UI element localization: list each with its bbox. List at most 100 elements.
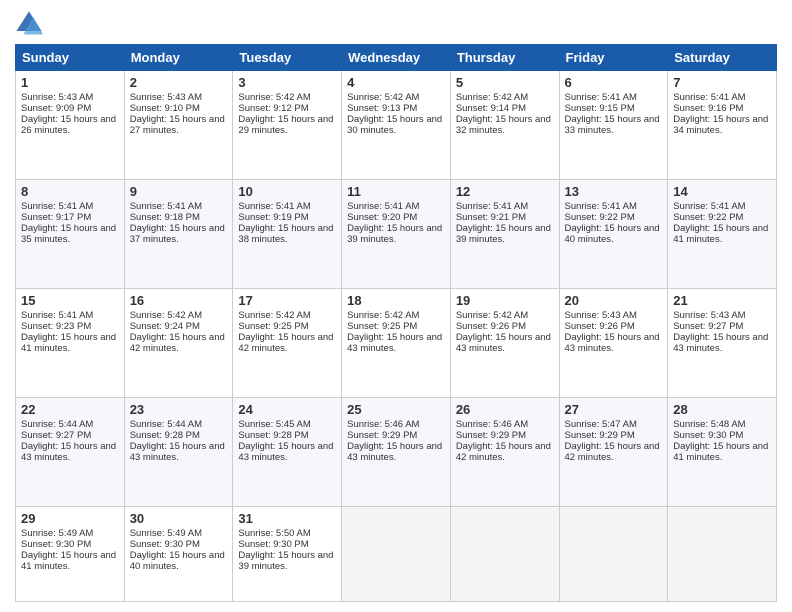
sunset-text: Sunset: 9:29 PM [347,430,445,441]
sunset-text: Sunset: 9:13 PM [347,103,445,114]
calendar-cell: 3Sunrise: 5:42 AMSunset: 9:12 PMDaylight… [233,71,342,180]
daylight-text: Daylight: 15 hours and 27 minutes. [130,114,228,136]
daylight-text: Daylight: 15 hours and 43 minutes. [21,441,119,463]
daylight-text: Daylight: 15 hours and 43 minutes. [347,332,445,354]
sunrise-text: Sunrise: 5:41 AM [130,201,228,212]
day-number: 2 [130,75,228,90]
col-header-wednesday: Wednesday [342,45,451,71]
day-number: 18 [347,293,445,308]
calendar-cell [668,506,777,601]
sunset-text: Sunset: 9:12 PM [238,103,336,114]
calendar-cell: 29Sunrise: 5:49 AMSunset: 9:30 PMDayligh… [16,506,125,601]
sunset-text: Sunset: 9:30 PM [21,539,119,550]
sunset-text: Sunset: 9:16 PM [673,103,771,114]
calendar-cell: 2Sunrise: 5:43 AMSunset: 9:10 PMDaylight… [124,71,233,180]
page: SundayMondayTuesdayWednesdayThursdayFrid… [0,0,792,612]
calendar-cell: 18Sunrise: 5:42 AMSunset: 9:25 PMDayligh… [342,288,451,397]
sunrise-text: Sunrise: 5:47 AM [565,419,663,430]
calendar-cell: 1Sunrise: 5:43 AMSunset: 9:09 PMDaylight… [16,71,125,180]
calendar-cell: 8Sunrise: 5:41 AMSunset: 9:17 PMDaylight… [16,179,125,288]
calendar-cell: 17Sunrise: 5:42 AMSunset: 9:25 PMDayligh… [233,288,342,397]
calendar-cell: 14 Sunrise: 5:41 AMSunset: 9:22 PMDayligh… [668,179,777,288]
day-number: 12 [456,184,554,199]
sunset-text: Sunset: 9:27 PM [21,430,119,441]
calendar-cell [559,506,668,601]
sunset-text: Sunset: 9:30 PM [130,539,228,550]
calendar-cell: 30Sunrise: 5:49 AMSunset: 9:30 PMDayligh… [124,506,233,601]
column-headers-row: SundayMondayTuesdayWednesdayThursdayFrid… [16,45,777,71]
daylight-text: Daylight: 15 hours and 41 minutes. [673,223,771,245]
sunset-text: Sunset: 9:22 PM [565,212,663,223]
calendar-cell: 20Sunrise: 5:43 AMSunset: 9:26 PMDayligh… [559,288,668,397]
sunset-text: Sunset: 9:26 PM [456,321,554,332]
sunset-text: Sunset: 9:19 PM [238,212,336,223]
day-number: 29 [21,511,119,526]
sunrise-text: Sunrise: 5:41 AM [21,201,119,212]
sunrise-text: Sunrise: 5:41 AM [673,201,771,212]
calendar-table: SundayMondayTuesdayWednesdayThursdayFrid… [15,44,777,602]
day-number: 22 [21,402,119,417]
sunrise-text: Sunrise: 5:41 AM [456,201,554,212]
calendar-cell [342,506,451,601]
sunrise-text: Sunrise: 5:42 AM [347,310,445,321]
sunset-text: Sunset: 9:29 PM [565,430,663,441]
sunset-text: Sunset: 9:28 PM [130,430,228,441]
daylight-text: Daylight: 15 hours and 39 minutes. [238,550,336,572]
calendar-cell: 21Sunrise: 5:43 AMSunset: 9:27 PMDayligh… [668,288,777,397]
day-number: 14 [673,184,771,199]
day-number: 15 [21,293,119,308]
calendar-cell: 19Sunrise: 5:42 AMSunset: 9:26 PMDayligh… [450,288,559,397]
logo [15,10,47,38]
calendar-cell: 6Sunrise: 5:41 AMSunset: 9:15 PMDaylight… [559,71,668,180]
daylight-text: Daylight: 15 hours and 29 minutes. [238,114,336,136]
calendar-cell: 7Sunrise: 5:41 AMSunset: 9:16 PMDaylight… [668,71,777,180]
day-number: 3 [238,75,336,90]
calendar-cell: 11Sunrise: 5:41 AMSunset: 9:20 PMDayligh… [342,179,451,288]
calendar-week-5: 29Sunrise: 5:49 AMSunset: 9:30 PMDayligh… [16,506,777,601]
sunrise-text: Sunrise: 5:41 AM [21,310,119,321]
sunrise-text: Sunrise: 5:42 AM [456,92,554,103]
calendar-cell: 22Sunrise: 5:44 AMSunset: 9:27 PMDayligh… [16,397,125,506]
day-number: 11 [347,184,445,199]
sunset-text: Sunset: 9:28 PM [238,430,336,441]
daylight-text: Daylight: 15 hours and 43 minutes. [130,441,228,463]
sunset-text: Sunset: 9:23 PM [21,321,119,332]
header [15,10,777,38]
sunrise-text: Sunrise: 5:41 AM [565,92,663,103]
sunrise-text: Sunrise: 5:48 AM [673,419,771,430]
calendar-week-3: 15 Sunrise: 5:41 AMSunset: 9:23 PM Dayligh… [16,288,777,397]
sunset-text: Sunset: 9:21 PM [456,212,554,223]
calendar-cell: 5Sunrise: 5:42 AMSunset: 9:14 PMDaylight… [450,71,559,180]
daylight-text: Daylight: 15 hours and 40 minutes. [130,550,228,572]
sunset-text: Sunset: 9:22 PM [673,212,771,223]
sunrise-text: Sunrise: 5:41 AM [673,92,771,103]
calendar-cell: 12 Sunrise: 5:41 AMSunset: 9:21 PMDayligh… [450,179,559,288]
sunrise-text: Sunrise: 5:43 AM [21,92,119,103]
day-number: 31 [238,511,336,526]
daylight-text: Daylight: 15 hours and 42 minutes. [456,441,554,463]
day-number: 26 [456,402,554,417]
sunset-text: Sunset: 9:26 PM [565,321,663,332]
calendar-cell: 10Sunrise: 5:41 AMSunset: 9:19 PMDayligh… [233,179,342,288]
daylight-text: Daylight: 15 hours and 39 minutes. [347,223,445,245]
daylight-text: Daylight: 15 hours and 40 minutes. [565,223,663,245]
day-number: 5 [456,75,554,90]
calendar-cell: 31Sunrise: 5:50 AMSunset: 9:30 PMDayligh… [233,506,342,601]
daylight-text: Daylight: 15 hours and 43 minutes. [238,441,336,463]
sunrise-text: Sunrise: 5:43 AM [565,310,663,321]
daylight-text: Daylight: 15 hours and 37 minutes. [130,223,228,245]
sunrise-text: Sunrise: 5:44 AM [130,419,228,430]
calendar-cell: 16Sunrise: 5:42 AMSunset: 9:24 PMDayligh… [124,288,233,397]
daylight-text: Daylight: 15 hours and 43 minutes. [673,332,771,354]
calendar-cell: 23 Sunrise: 5:44 AMSunset: 9:28 PMDayligh… [124,397,233,506]
sunrise-text: Sunrise: 5:41 AM [238,201,336,212]
sunrise-text: Sunrise: 5:41 AM [347,201,445,212]
logo-icon [15,10,43,38]
day-number: 13 [565,184,663,199]
sunset-text: Sunset: 9:14 PM [456,103,554,114]
sunrise-text: Sunrise: 5:49 AM [130,528,228,539]
day-number: 7 [673,75,771,90]
day-number: 23 [130,402,228,417]
daylight-text: Daylight: 15 hours and 39 minutes. [456,223,554,245]
sunrise-text: Sunrise: 5:42 AM [130,310,228,321]
